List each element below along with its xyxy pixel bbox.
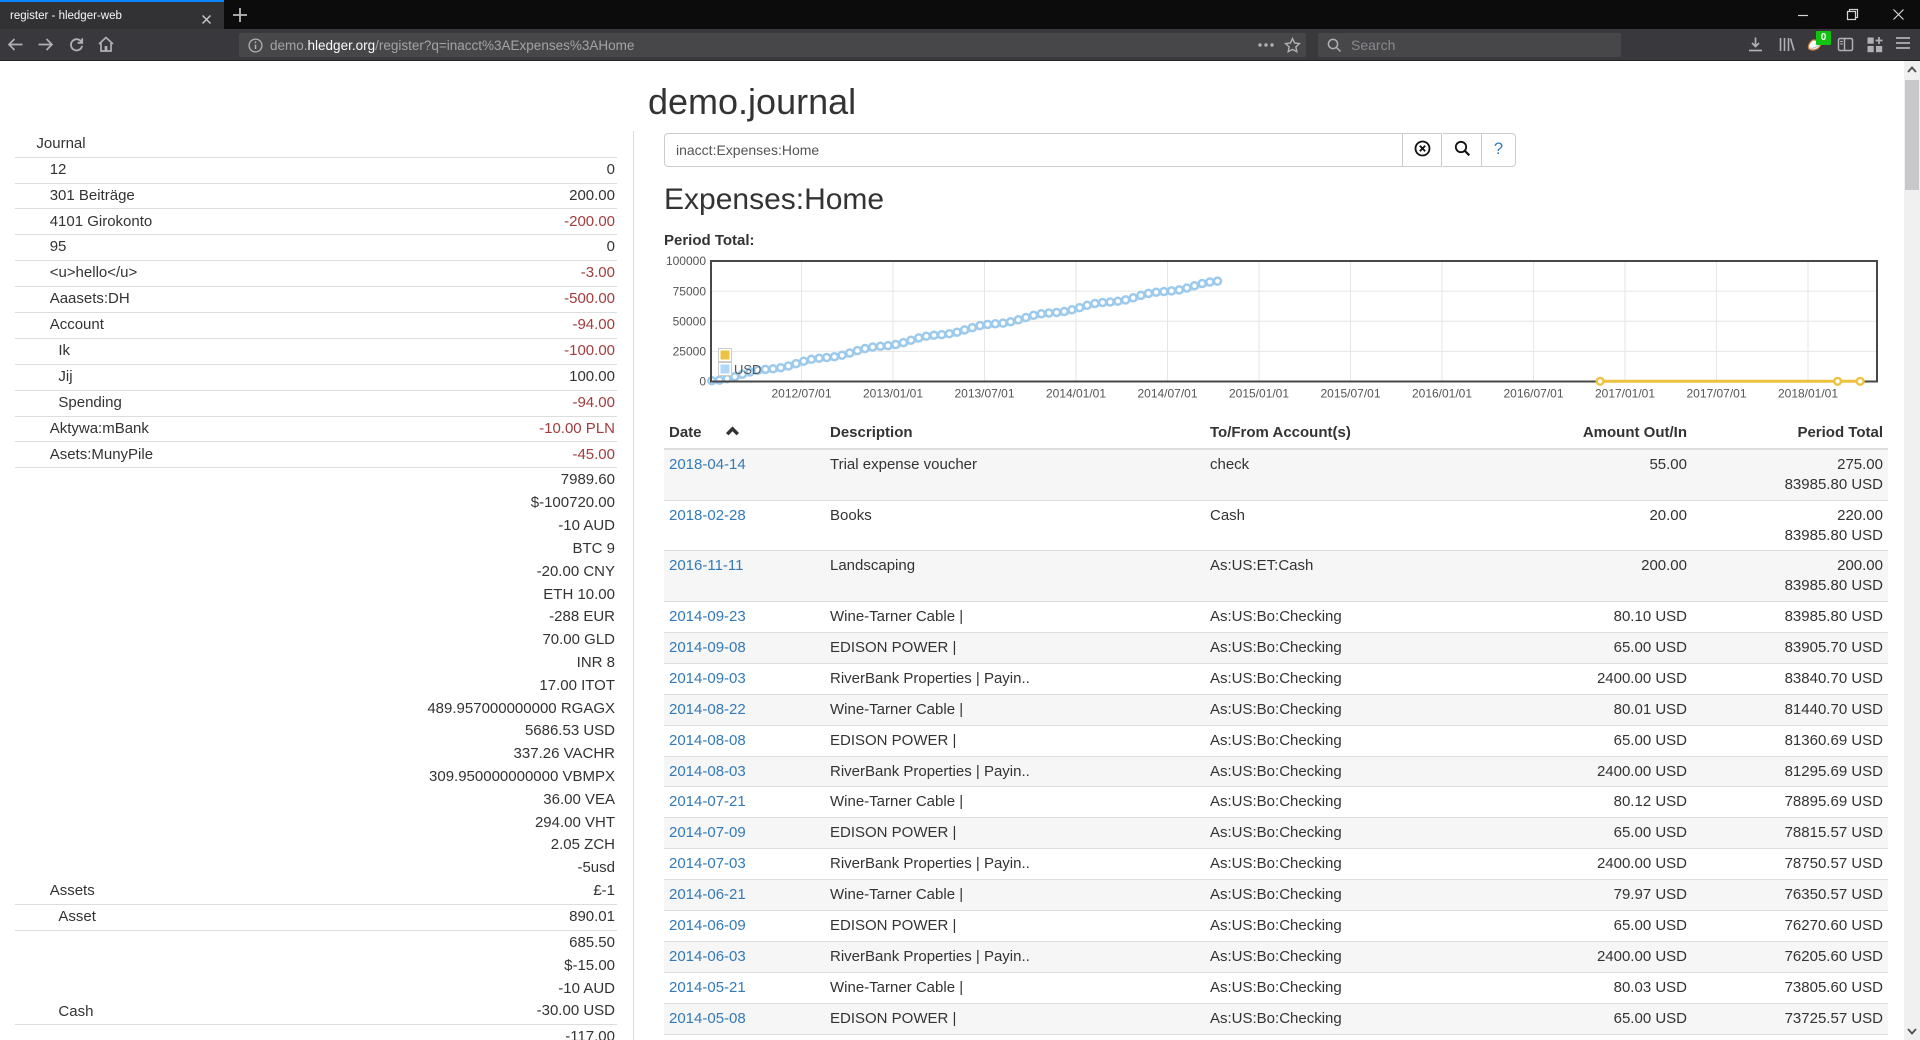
svg-text:2016/07/01: 2016/07/01 — [1503, 387, 1563, 401]
svg-text:2013/07/01: 2013/07/01 — [954, 387, 1014, 401]
svg-text:0: 0 — [699, 375, 706, 389]
svg-text:75000: 75000 — [673, 284, 707, 298]
svg-text:2017/01/01: 2017/01/01 — [1595, 387, 1655, 401]
svg-text:2018/01/01: 2018/01/01 — [1778, 387, 1838, 401]
svg-text:2016/01/01: 2016/01/01 — [1412, 387, 1472, 401]
svg-text:2017/07/01: 2017/07/01 — [1686, 387, 1746, 401]
svg-text:100000: 100000 — [666, 254, 706, 268]
svg-text:25000: 25000 — [673, 345, 707, 359]
svg-text:2015/01/01: 2015/01/01 — [1229, 387, 1289, 401]
svg-text:2013/01/01: 2013/01/01 — [863, 387, 923, 401]
svg-text:2012/07/01: 2012/07/01 — [771, 387, 831, 401]
svg-text:2015/07/01: 2015/07/01 — [1320, 387, 1380, 401]
svg-text:USD: USD — [734, 362, 761, 377]
svg-text:50000: 50000 — [673, 314, 707, 328]
svg-text:2014/01/01: 2014/01/01 — [1046, 387, 1106, 401]
svg-text:2014/07/01: 2014/07/01 — [1137, 387, 1197, 401]
